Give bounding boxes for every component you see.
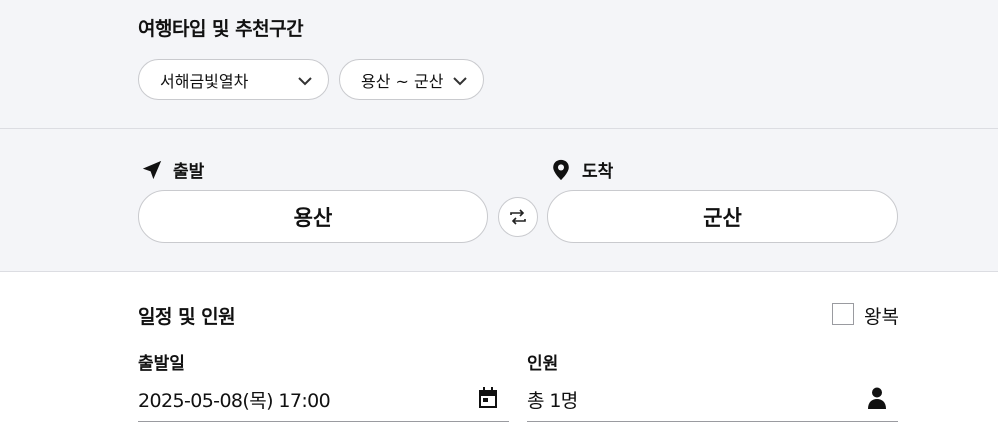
round-trip-label[interactable]: 왕복 (864, 302, 899, 329)
navigation-arrow-icon (142, 160, 162, 179)
swap-arrows-icon (510, 209, 526, 225)
route-select-value: 용산 ~ 군산 (361, 71, 444, 91)
arrival-label-row: 도착 (550, 157, 613, 182)
departure-date-label: 출발일 (138, 354, 185, 374)
departure-station-name: 용산 (293, 205, 333, 230)
route-select[interactable]: 용산 ~ 군산 (339, 59, 484, 100)
chevron-down-icon (298, 77, 312, 86)
chevron-down-icon (453, 77, 467, 86)
departure-label-row: 출발 (141, 157, 204, 182)
location-pin-icon (553, 159, 569, 180)
train-select-value: 서해금빛열차 (160, 71, 249, 91)
person-icon (868, 387, 886, 409)
round-trip-checkbox[interactable] (832, 303, 854, 325)
swap-stations-button[interactable] (498, 197, 538, 237)
passengers-label: 인원 (527, 354, 559, 374)
trip-type-title: 여행타입 및 추천구간 (138, 18, 304, 40)
departure-date-field[interactable]: 2025-05-08(목) 17:00 (138, 378, 509, 422)
passengers-field[interactable]: 총 1명 (527, 378, 898, 422)
arrival-label: 도착 (582, 162, 614, 182)
departure-date-value: 2025-05-08(목) 17:00 (138, 390, 331, 412)
departure-station-button[interactable]: 용산 (138, 190, 488, 243)
arrival-station-name: 군산 (703, 205, 742, 230)
passengers-value: 총 1명 (527, 390, 578, 412)
calendar-icon (479, 387, 497, 408)
arrival-station-button[interactable]: 군산 (547, 190, 898, 243)
schedule-title: 일정 및 인원 (138, 306, 236, 328)
train-select[interactable]: 서해금빛열차 (138, 59, 329, 100)
section-divider (0, 128, 998, 129)
departure-label: 출발 (173, 162, 205, 182)
section-divider (0, 271, 998, 272)
